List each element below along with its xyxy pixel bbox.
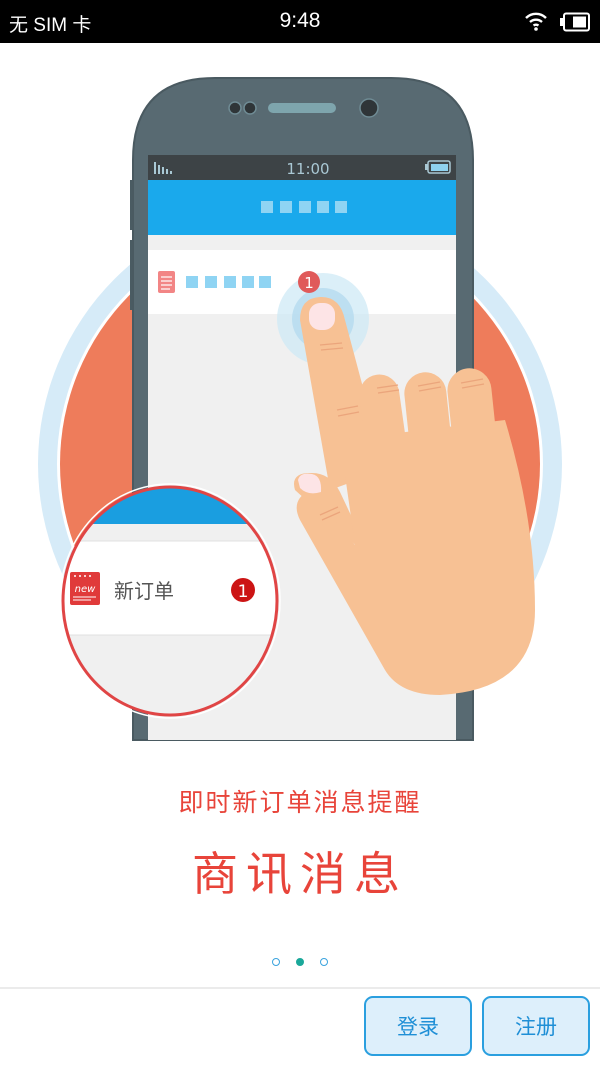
- login-button[interactable]: 登录: [364, 996, 472, 1056]
- phone-screen-clock: 11:00: [286, 160, 329, 178]
- new-order-icon: new: [70, 572, 100, 605]
- register-button-label: 注册: [515, 1015, 557, 1039]
- page-indicator: [0, 958, 600, 966]
- new-order-label: 新订单: [114, 579, 174, 603]
- svg-text:new: new: [75, 584, 96, 595]
- onboarding-tagline: 即时新订单消息提醒: [178, 788, 422, 817]
- clock: 9:48: [279, 9, 321, 32]
- battery-icon: [559, 12, 591, 36]
- svg-text:1: 1: [238, 582, 249, 602]
- register-button[interactable]: 注册: [482, 996, 590, 1056]
- page-dot-3[interactable]: [320, 958, 328, 966]
- status-bar: 无 SIM 卡 9:48: [0, 0, 600, 43]
- divider: [0, 987, 600, 989]
- page-dot-1[interactable]: [272, 958, 280, 966]
- page-dot-2-active[interactable]: [296, 958, 304, 966]
- login-button-label: 登录: [397, 1015, 439, 1039]
- wifi-icon: [524, 11, 548, 35]
- onboarding-illustration: 11:00 1 new 新订单 1: [38, 77, 562, 741]
- svg-text:1: 1: [304, 274, 314, 292]
- onboarding-title: 商讯消息: [192, 847, 408, 901]
